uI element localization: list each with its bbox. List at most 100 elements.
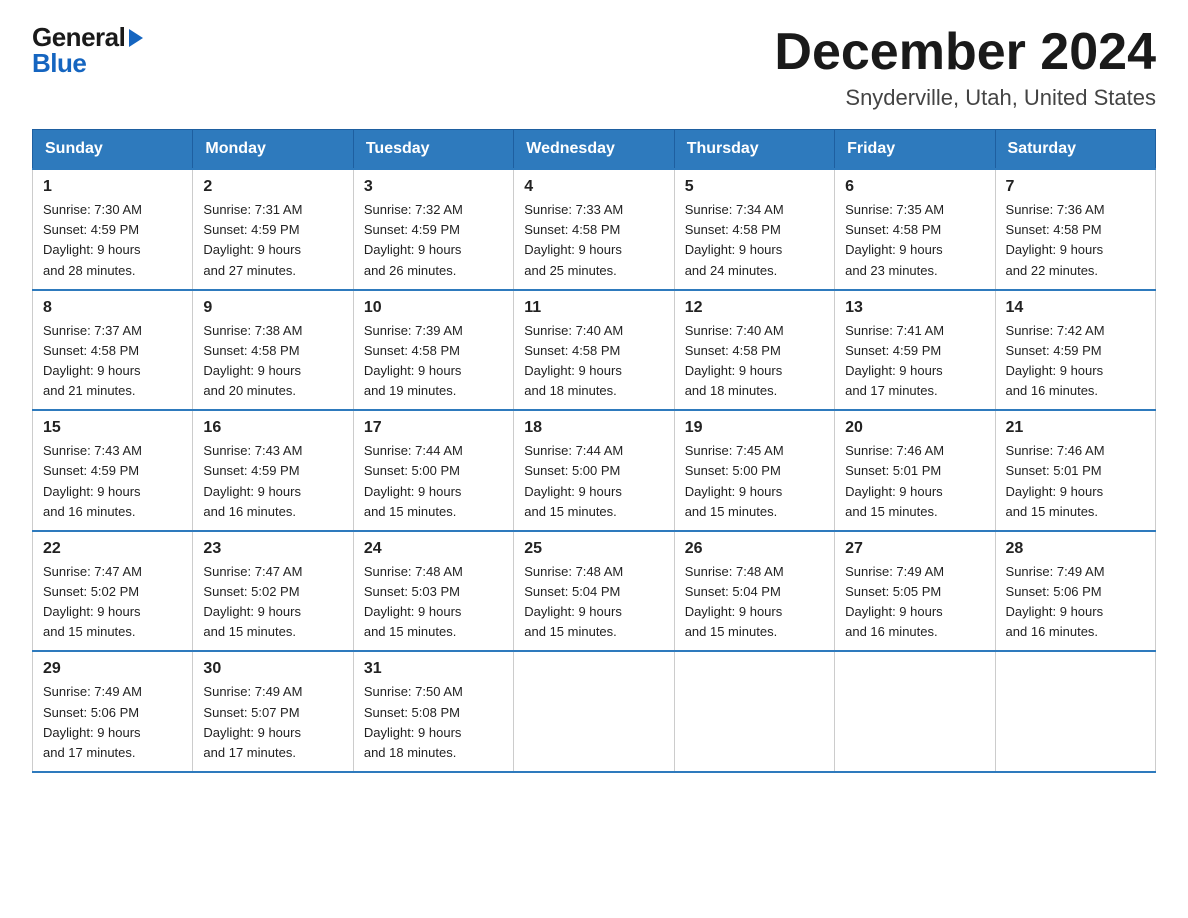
day-number: 18 xyxy=(524,419,663,437)
day-info: Sunrise: 7:45 AMSunset: 5:00 PMDaylight:… xyxy=(685,441,824,522)
day-number: 5 xyxy=(685,178,824,196)
day-number: 13 xyxy=(845,299,984,317)
table-row: 26 Sunrise: 7:48 AMSunset: 5:04 PMDaylig… xyxy=(674,531,834,652)
table-row: 29 Sunrise: 7:49 AMSunset: 5:06 PMDaylig… xyxy=(33,651,193,772)
table-row: 16 Sunrise: 7:43 AMSunset: 4:59 PMDaylig… xyxy=(193,410,353,531)
day-info: Sunrise: 7:36 AMSunset: 4:58 PMDaylight:… xyxy=(1006,200,1145,281)
table-row: 17 Sunrise: 7:44 AMSunset: 5:00 PMDaylig… xyxy=(353,410,513,531)
table-row: 10 Sunrise: 7:39 AMSunset: 4:58 PMDaylig… xyxy=(353,290,513,411)
day-info: Sunrise: 7:50 AMSunset: 5:08 PMDaylight:… xyxy=(364,682,503,763)
day-number: 24 xyxy=(364,540,503,558)
table-row: 21 Sunrise: 7:46 AMSunset: 5:01 PMDaylig… xyxy=(995,410,1155,531)
table-row xyxy=(835,651,995,772)
table-row: 25 Sunrise: 7:48 AMSunset: 5:04 PMDaylig… xyxy=(514,531,674,652)
table-row: 18 Sunrise: 7:44 AMSunset: 5:00 PMDaylig… xyxy=(514,410,674,531)
day-number: 28 xyxy=(1006,540,1145,558)
day-info: Sunrise: 7:43 AMSunset: 4:59 PMDaylight:… xyxy=(203,441,342,522)
day-number: 16 xyxy=(203,419,342,437)
day-number: 10 xyxy=(364,299,503,317)
day-number: 22 xyxy=(43,540,182,558)
day-number: 29 xyxy=(43,660,182,678)
header-wednesday: Wednesday xyxy=(514,130,674,170)
day-number: 25 xyxy=(524,540,663,558)
day-info: Sunrise: 7:47 AMSunset: 5:02 PMDaylight:… xyxy=(43,562,182,643)
day-info: Sunrise: 7:49 AMSunset: 5:07 PMDaylight:… xyxy=(203,682,342,763)
table-row: 30 Sunrise: 7:49 AMSunset: 5:07 PMDaylig… xyxy=(193,651,353,772)
table-row: 12 Sunrise: 7:40 AMSunset: 4:58 PMDaylig… xyxy=(674,290,834,411)
day-info: Sunrise: 7:37 AMSunset: 4:58 PMDaylight:… xyxy=(43,321,182,402)
calendar-week-row: 8 Sunrise: 7:37 AMSunset: 4:58 PMDayligh… xyxy=(33,290,1156,411)
table-row: 7 Sunrise: 7:36 AMSunset: 4:58 PMDayligh… xyxy=(995,169,1155,290)
day-number: 9 xyxy=(203,299,342,317)
day-number: 7 xyxy=(1006,178,1145,196)
logo-triangle-icon xyxy=(129,29,143,47)
table-row: 14 Sunrise: 7:42 AMSunset: 4:59 PMDaylig… xyxy=(995,290,1155,411)
header-saturday: Saturday xyxy=(995,130,1155,170)
table-row: 1 Sunrise: 7:30 AMSunset: 4:59 PMDayligh… xyxy=(33,169,193,290)
calendar-week-row: 29 Sunrise: 7:49 AMSunset: 5:06 PMDaylig… xyxy=(33,651,1156,772)
day-info: Sunrise: 7:49 AMSunset: 5:06 PMDaylight:… xyxy=(1006,562,1145,643)
page-header: General Blue December 2024 Snyderville, … xyxy=(32,24,1156,111)
day-info: Sunrise: 7:48 AMSunset: 5:04 PMDaylight:… xyxy=(685,562,824,643)
day-info: Sunrise: 7:33 AMSunset: 4:58 PMDaylight:… xyxy=(524,200,663,281)
day-number: 8 xyxy=(43,299,182,317)
day-number: 19 xyxy=(685,419,824,437)
day-info: Sunrise: 7:39 AMSunset: 4:58 PMDaylight:… xyxy=(364,321,503,402)
table-row: 9 Sunrise: 7:38 AMSunset: 4:58 PMDayligh… xyxy=(193,290,353,411)
table-row xyxy=(995,651,1155,772)
table-row: 24 Sunrise: 7:48 AMSunset: 5:03 PMDaylig… xyxy=(353,531,513,652)
day-number: 1 xyxy=(43,178,182,196)
day-info: Sunrise: 7:47 AMSunset: 5:02 PMDaylight:… xyxy=(203,562,342,643)
table-row: 2 Sunrise: 7:31 AMSunset: 4:59 PMDayligh… xyxy=(193,169,353,290)
day-info: Sunrise: 7:41 AMSunset: 4:59 PMDaylight:… xyxy=(845,321,984,402)
table-row: 4 Sunrise: 7:33 AMSunset: 4:58 PMDayligh… xyxy=(514,169,674,290)
day-number: 23 xyxy=(203,540,342,558)
day-info: Sunrise: 7:40 AMSunset: 4:58 PMDaylight:… xyxy=(685,321,824,402)
day-number: 26 xyxy=(685,540,824,558)
header-thursday: Thursday xyxy=(674,130,834,170)
day-info: Sunrise: 7:48 AMSunset: 5:03 PMDaylight:… xyxy=(364,562,503,643)
table-row: 15 Sunrise: 7:43 AMSunset: 4:59 PMDaylig… xyxy=(33,410,193,531)
table-row: 27 Sunrise: 7:49 AMSunset: 5:05 PMDaylig… xyxy=(835,531,995,652)
day-number: 21 xyxy=(1006,419,1145,437)
day-number: 30 xyxy=(203,660,342,678)
header-friday: Friday xyxy=(835,130,995,170)
day-info: Sunrise: 7:46 AMSunset: 5:01 PMDaylight:… xyxy=(845,441,984,522)
header-monday: Monday xyxy=(193,130,353,170)
table-row: 6 Sunrise: 7:35 AMSunset: 4:58 PMDayligh… xyxy=(835,169,995,290)
day-info: Sunrise: 7:40 AMSunset: 4:58 PMDaylight:… xyxy=(524,321,663,402)
day-number: 6 xyxy=(845,178,984,196)
day-number: 27 xyxy=(845,540,984,558)
table-row xyxy=(514,651,674,772)
day-number: 3 xyxy=(364,178,503,196)
day-number: 14 xyxy=(1006,299,1145,317)
day-info: Sunrise: 7:46 AMSunset: 5:01 PMDaylight:… xyxy=(1006,441,1145,522)
weekday-header-row: Sunday Monday Tuesday Wednesday Thursday… xyxy=(33,130,1156,170)
location-title: Snyderville, Utah, United States xyxy=(774,85,1156,111)
day-info: Sunrise: 7:35 AMSunset: 4:58 PMDaylight:… xyxy=(845,200,984,281)
table-row: 19 Sunrise: 7:45 AMSunset: 5:00 PMDaylig… xyxy=(674,410,834,531)
day-info: Sunrise: 7:32 AMSunset: 4:59 PMDaylight:… xyxy=(364,200,503,281)
day-number: 31 xyxy=(364,660,503,678)
day-number: 15 xyxy=(43,419,182,437)
day-number: 20 xyxy=(845,419,984,437)
logo-blue-text: Blue xyxy=(32,50,86,76)
table-row: 31 Sunrise: 7:50 AMSunset: 5:08 PMDaylig… xyxy=(353,651,513,772)
day-info: Sunrise: 7:30 AMSunset: 4:59 PMDaylight:… xyxy=(43,200,182,281)
day-info: Sunrise: 7:49 AMSunset: 5:05 PMDaylight:… xyxy=(845,562,984,643)
table-row: 5 Sunrise: 7:34 AMSunset: 4:58 PMDayligh… xyxy=(674,169,834,290)
day-info: Sunrise: 7:49 AMSunset: 5:06 PMDaylight:… xyxy=(43,682,182,763)
table-row: 3 Sunrise: 7:32 AMSunset: 4:59 PMDayligh… xyxy=(353,169,513,290)
table-row xyxy=(674,651,834,772)
day-number: 4 xyxy=(524,178,663,196)
day-number: 11 xyxy=(524,299,663,317)
table-row: 8 Sunrise: 7:37 AMSunset: 4:58 PMDayligh… xyxy=(33,290,193,411)
table-row: 23 Sunrise: 7:47 AMSunset: 5:02 PMDaylig… xyxy=(193,531,353,652)
header-tuesday: Tuesday xyxy=(353,130,513,170)
day-number: 2 xyxy=(203,178,342,196)
day-info: Sunrise: 7:43 AMSunset: 4:59 PMDaylight:… xyxy=(43,441,182,522)
day-info: Sunrise: 7:38 AMSunset: 4:58 PMDaylight:… xyxy=(203,321,342,402)
header-sunday: Sunday xyxy=(33,130,193,170)
calendar-table: Sunday Monday Tuesday Wednesday Thursday… xyxy=(32,129,1156,773)
day-info: Sunrise: 7:44 AMSunset: 5:00 PMDaylight:… xyxy=(364,441,503,522)
